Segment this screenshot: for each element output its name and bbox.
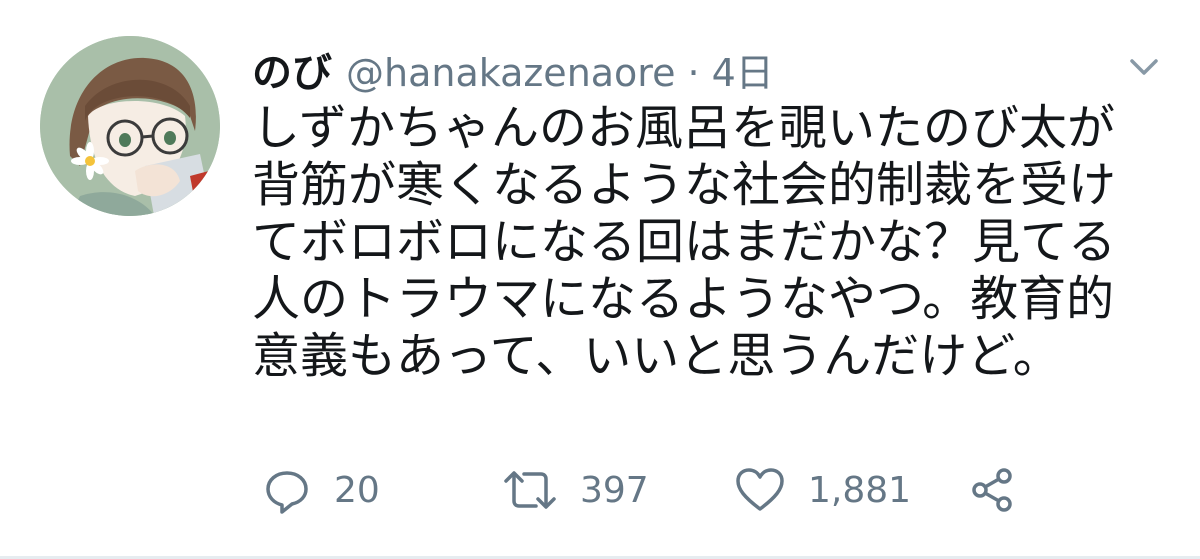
- tweet-text-line: 人のトラウマになるようなやつ。教育的: [252, 271, 1115, 327]
- retweet-icon: [502, 465, 558, 515]
- timestamp[interactable]: 4日: [712, 42, 774, 97]
- tweet-text: しずかちゃんのお風呂を覗いたのび太が 背筋が寒くなるような社会的制裁を受け てボ…: [252, 100, 1162, 385]
- share-button[interactable]: [968, 462, 1018, 518]
- retweet-count: 397: [580, 469, 649, 511]
- tweet-text-line: 背筋が寒くなるような社会的制裁を受け: [252, 157, 1117, 213]
- tweet-header: のび @hanakazenaore · 4日: [252, 40, 774, 96]
- avatar[interactable]: [40, 36, 220, 216]
- tweet-text-line: しずかちゃんのお風呂を覗いたのび太が: [252, 100, 1116, 156]
- separator-dot: ·: [687, 51, 700, 95]
- like-button[interactable]: 1,881: [734, 462, 911, 518]
- heart-icon: [734, 465, 786, 515]
- tweet-card[interactable]: のび @hanakazenaore · 4日 しずかちゃんのお風呂を覗いたのび太…: [0, 0, 1200, 559]
- reply-count: 20: [334, 469, 380, 511]
- like-count: 1,881: [808, 469, 912, 511]
- avatar-illustration: [40, 36, 220, 216]
- reply-icon: [262, 465, 312, 515]
- user-handle[interactable]: @hanakazenaore: [346, 51, 675, 95]
- chevron-down-icon[interactable]: [1124, 52, 1164, 82]
- share-icon: [968, 465, 1018, 515]
- reply-button[interactable]: 20: [262, 462, 380, 518]
- display-name[interactable]: のび: [252, 40, 332, 98]
- action-bar: 20 397 1,881: [262, 462, 1042, 518]
- tweet-text-line: 意義もあって、いいと思うんだけど。: [252, 328, 1061, 384]
- retweet-button[interactable]: 397: [502, 462, 649, 518]
- tweet-text-line: てボロボロになる回はまだかな？見てる: [252, 214, 1117, 270]
